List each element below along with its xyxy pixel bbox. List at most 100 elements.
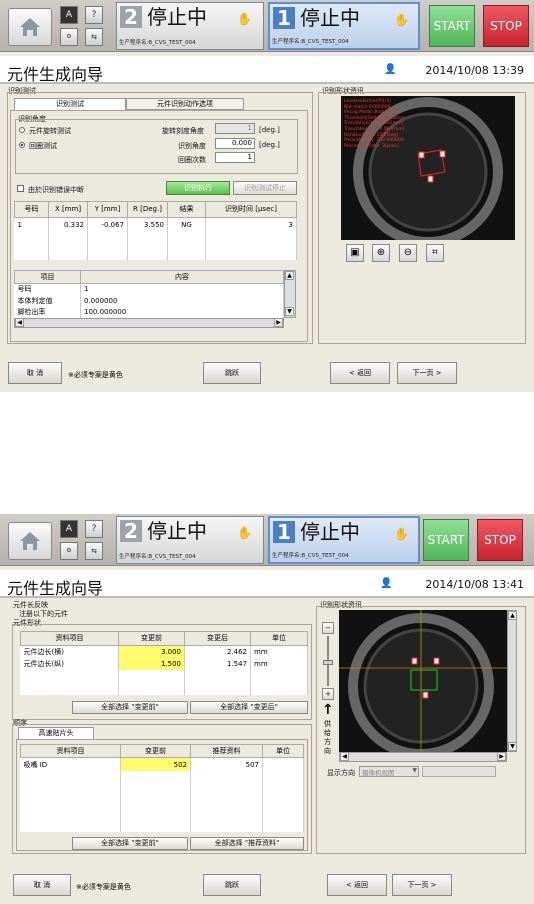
cell-unit (262, 757, 304, 771)
execute-recognition-button[interactable]: 识别执行 (166, 181, 230, 195)
stop-on-error-checkbox[interactable] (17, 185, 24, 192)
col-unit: 单位 (262, 743, 304, 759)
radio-rotation-test-label: 元件旋转测试 (29, 127, 71, 135)
title-bar: 元件生成向导 👤 2014/10/08 13:39 (0, 56, 534, 84)
col-y: Y [mm] (87, 201, 128, 218)
next-button[interactable]: 下一页 > (397, 362, 457, 384)
select-all-before-button[interactable]: 全部选择 "变更前" (72, 701, 188, 714)
machine-icon[interactable]: ⚙ (60, 28, 78, 46)
user-icon: 👤 (384, 64, 397, 75)
select-all-recommended-button[interactable]: 全部选择 "推荐资料" (190, 837, 304, 850)
scroll-up-icon[interactable]: ▲ (508, 611, 517, 620)
collapse-icon[interactable]: − (322, 622, 334, 634)
scroll-left-icon[interactable]: ◀ (15, 318, 24, 327)
start-button[interactable]: START (423, 519, 469, 561)
rotation-step-label: 旋转刻度角度 (162, 127, 204, 135)
table-row[interactable]: 1 0.332 -0.067 3.550 NG 3 (14, 217, 297, 232)
screen-recognition-test: A ? ⚙ ⇆ 2 停止中 ✋ 生产程序名:B_CVS_TEST_004 1 停… (0, 0, 534, 392)
back-button[interactable]: < 返回 (330, 362, 390, 384)
rotation-step-input[interactable]: 1 (215, 123, 255, 134)
scroll-right-icon[interactable]: ▶ (497, 752, 506, 761)
keyboard-a-icon[interactable]: A (60, 520, 78, 538)
station-2-operator-icon: ✋ (237, 12, 252, 26)
cancel-button[interactable]: 取 消 (8, 362, 62, 384)
machine-icon[interactable]: ⚙ (60, 542, 78, 560)
shape-table: 资料项目 变更前 变更后 单位 元件边长(横) 3.000 2.462 mm 元… (20, 631, 308, 695)
camera-vertical-scrollbar[interactable] (507, 610, 517, 752)
back-button[interactable]: < 返回 (327, 874, 387, 896)
help-button[interactable]: ? (85, 520, 103, 538)
scroll-down-icon[interactable]: ▼ (285, 307, 294, 316)
stop-button[interactable]: STOP (477, 519, 523, 561)
scroll-left-icon[interactable]: ◀ (340, 752, 349, 761)
start-button[interactable]: START (429, 5, 475, 47)
cell-after[interactable]: 2.462 (184, 645, 251, 658)
zoom-slider-handle[interactable] (323, 660, 333, 665)
tab-recognition-test[interactable]: 识别测试 (14, 98, 126, 110)
page-title: 元件生成向导 (7, 65, 104, 84)
transfer-icon[interactable]: ⇆ (85, 28, 103, 46)
detail-horizontal-scrollbar[interactable] (14, 318, 284, 328)
table-row[interactable]: 本体判定值 0.000000 (14, 295, 284, 307)
cell-before[interactable]: 1.500 (118, 658, 185, 671)
expand-icon[interactable]: + (322, 688, 334, 700)
help-button[interactable]: ? (85, 6, 103, 24)
tab-high-speed-head[interactable]: 高速贴片头 (18, 727, 94, 739)
zoom-in-icon[interactable]: ⊕ (372, 244, 390, 262)
display-direction-label: 显示方向 (327, 769, 355, 777)
home-button[interactable] (8, 8, 52, 46)
station-2-program: 生产程序名:B_CVS_TEST_004 (119, 554, 196, 560)
table-row[interactable]: 号码 1 (14, 283, 284, 296)
select-all-before-button-2[interactable]: 全部选择 "变更前" (72, 837, 188, 850)
stop-on-error-label: 由於识别错误中断 (28, 186, 84, 194)
display-direction-select[interactable]: 摄像机视图 ▼ (359, 766, 419, 777)
skip-button[interactable]: 跳跃 (203, 362, 261, 384)
angle-input[interactable]: 0.000 (215, 138, 255, 149)
cell-after[interactable]: 1.547 (184, 658, 251, 671)
scroll-down-icon[interactable]: ▼ (508, 742, 517, 751)
table-row[interactable]: 脚检出率 100.000000 (14, 306, 284, 318)
select-all-after-button[interactable]: 全部选择 "变更后" (190, 701, 308, 714)
loop-count-input[interactable]: 1 (215, 152, 255, 163)
transfer-icon[interactable]: ⇆ (85, 542, 103, 560)
station-1-panel[interactable]: 1 停止中 ✋ 生产程序名:B_CVS_TEST_004 (268, 516, 420, 564)
detail-table: 项目 内容 号码 1 本体判定值 0.000000 脚检出率 100.000000 (14, 270, 284, 318)
stop-recognition-test-button[interactable]: 识别测试停止 (233, 181, 297, 195)
cell-item: 脚检出率 (14, 306, 81, 318)
table-row[interactable]: 吸嘴 ID 502 507 (20, 757, 304, 771)
keyboard-a-icon[interactable]: A (60, 6, 78, 24)
scroll-up-icon[interactable]: ▲ (285, 271, 294, 280)
station-2-panel[interactable]: 2 停止中 ✋ 生产程序名:B_CVS_TEST_004 (116, 2, 264, 50)
screen-component-length: A ? ⚙ ⇆ 2 停止中 ✋ 生产程序名:B_CVS_TEST_004 1 停… (0, 514, 534, 904)
tab-recognition-options[interactable]: 元件识别动作选项 (126, 98, 244, 110)
zoom-out-icon[interactable]: ⊖ (399, 244, 417, 262)
radio-loop-test[interactable] (19, 142, 25, 148)
col-time: 识别时间 [µsec] (205, 201, 297, 218)
station-1-program: 生产程序名:B_CVS_TEST_004 (272, 553, 349, 559)
col-content: 内容 (80, 270, 284, 284)
cell-before[interactable]: 502 (120, 757, 191, 771)
station-1-number: 1 (273, 521, 295, 543)
station-2-panel[interactable]: 2 停止中 ✋ 生产程序名:B_CVS_TEST_004 (116, 516, 264, 564)
scroll-right-icon[interactable]: ▶ (274, 318, 283, 327)
radio-rotation-test[interactable] (19, 127, 25, 133)
skip-button[interactable]: 跳跃 (203, 874, 261, 896)
cell-time: 3 (205, 217, 297, 232)
camera-view[interactable] (339, 610, 507, 752)
cell-before[interactable]: 3.000 (118, 645, 185, 658)
camera-view[interactable]: Leadeselecterr[P1/3] Not match 0.000000 … (341, 96, 515, 240)
image-icon[interactable]: ▣ (346, 244, 364, 262)
fit-icon[interactable]: ⌗ (426, 244, 444, 262)
cancel-button[interactable]: 取 消 (13, 874, 71, 896)
table-row[interactable]: 元件边长(横) 3.000 2.462 mm (20, 645, 308, 658)
chevron-down-icon: ▼ (412, 767, 417, 774)
overlay-line: Passrate(Sel): 100.000000 (344, 138, 404, 144)
camera-horizontal-scrollbar[interactable] (339, 752, 507, 762)
stop-button[interactable]: STOP (483, 5, 529, 47)
home-button[interactable] (8, 522, 52, 560)
table-row[interactable]: 元件边长(纵) 1.500 1.547 mm (20, 658, 308, 671)
cell-recommended[interactable]: 507 (190, 757, 263, 771)
station-1-panel[interactable]: 1 停止中 ✋ 生产程序名:B_CVS_TEST_004 (268, 2, 420, 50)
camera-image (339, 610, 507, 752)
next-button[interactable]: 下一页 > (392, 874, 452, 896)
